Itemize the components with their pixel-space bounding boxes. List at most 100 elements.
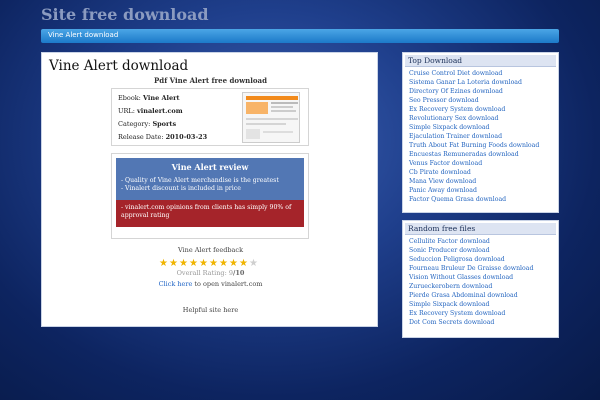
category-value: Sports [152, 120, 177, 128]
rating-max: /10 [233, 269, 245, 277]
star-icon[interactable]: ★ [209, 259, 219, 269]
sidebar-list-item: Zurueckerobern download [409, 282, 533, 291]
top-download-list: Cruise Control Diet download Sistema Gana… [409, 69, 539, 204]
review-pro-item: - Quality of Vine Alert merchandise is t… [121, 177, 279, 184]
star-icon[interactable]: ★ [249, 259, 259, 269]
random-files-title: Random free files [405, 223, 556, 235]
star-icon[interactable]: ★ [219, 259, 229, 269]
ebook-label: Ebook: [118, 94, 141, 102]
sidebar-link[interactable]: Simple Sixpack download [409, 124, 490, 131]
sidebar-link[interactable]: Revolutionary Sex download [409, 115, 498, 122]
sidebar-link[interactable]: Ejaculation Trainer download [409, 133, 502, 140]
url-value: vinalert.com [136, 107, 183, 115]
sidebar-link[interactable]: Simple Sixpack download [409, 301, 490, 308]
top-download-title: Top Download [405, 55, 556, 67]
sidebar-list-item: Encuestas Remuneradas download [409, 150, 539, 159]
sidebar-list-item: Cruise Control Diet download [409, 69, 539, 78]
click-suffix: to open vinalert.com [192, 280, 263, 288]
sidebar-link[interactable]: Venus Factor download [409, 160, 482, 167]
sidebar-list-item: Cellulite Factor download [409, 237, 533, 246]
review-pro-item: - Vinalert discount is included in price [121, 185, 241, 192]
page-title: Vine Alert download [49, 58, 189, 74]
sidebar-link[interactable]: Directory Of Ezines download [409, 88, 503, 95]
star-icon[interactable]: ★ [229, 259, 239, 269]
sidebar-list-item: Seduccion Peligrosa download [409, 255, 533, 264]
sidebar-list-item: Ejaculation Trainer download [409, 132, 539, 141]
sidebar-list-item: Sistema Ganar La Loteria download [409, 78, 539, 87]
sidebar-list-item: Simple Sixpack download [409, 300, 533, 309]
overall-rating: Overall Rating: 9/10 [42, 269, 379, 277]
site-title[interactable]: Site free download [41, 5, 209, 24]
sidebar-link[interactable]: Fourneau Bruleur De Graisse download [409, 265, 533, 272]
sidebar-link[interactable]: Ex Recovery System download [409, 310, 505, 317]
sidebar-link[interactable]: Mana View download [409, 178, 476, 185]
sidebar-list-item: Revolutionary Sex download [409, 114, 539, 123]
sidebar-link[interactable]: Seo Pressor download [409, 97, 479, 104]
star-icon[interactable]: ★ [169, 259, 179, 269]
star-icon[interactable]: ★ [179, 259, 189, 269]
sidebar-list-item: Simple Sixpack download [409, 123, 539, 132]
sidebar-list-item: Sonic Producer download [409, 246, 533, 255]
ebook-value: Vine Alert [142, 94, 180, 102]
sidebar-link[interactable]: Cellulite Factor download [409, 238, 490, 245]
review-box: Vine Alert review - Quality of Vine Aler… [111, 153, 309, 239]
release-value: 2010-03-23 [165, 133, 208, 141]
sidebar-link[interactable]: Ex Recovery System download [409, 106, 505, 113]
random-files-box: Random free files Cellulite Factor downl… [402, 220, 559, 338]
category-row: Category: Sports [118, 120, 176, 128]
sidebar-link[interactable]: Panic Away download [409, 187, 477, 194]
review-cons-panel: - vinalert.com opinions from clients has… [116, 200, 304, 227]
sidebar-link[interactable]: Sistema Ganar La Loteria download [409, 79, 522, 86]
sidebar-link[interactable]: Dot Com Secrets download [409, 319, 494, 326]
sidebar-list-item: Seo Pressor download [409, 96, 539, 105]
sidebar-link[interactable]: Cb Pirate download [409, 169, 471, 176]
category-label: Category: [118, 120, 151, 128]
page-subtitle: Pdf Vine Alert free download [154, 76, 267, 85]
rating-label: Overall Rating: [176, 269, 227, 277]
url-label: URL: [118, 107, 135, 115]
release-row: Release Date: 2010-03-23 [118, 133, 207, 141]
release-label: Release Date: [118, 133, 164, 141]
sidebar-link[interactable]: Seduccion Peligrosa download [409, 256, 505, 263]
sidebar-list-item: Dot Com Secrets download [409, 318, 533, 327]
sidebar-link[interactable]: Factor Quema Grasa download [409, 196, 506, 203]
helpful-text: Helpful site here [182, 306, 239, 314]
click-line: Click here to open vinalert.com [42, 280, 379, 288]
sidebar-link[interactable]: Pierde Grasa Abdominal download [409, 292, 518, 299]
product-thumbnail[interactable] [242, 92, 300, 143]
feedback-label: Vine Alert feedback [177, 246, 244, 254]
sidebar-list-item: Venus Factor download [409, 159, 539, 168]
star-icon[interactable]: ★ [199, 259, 209, 269]
sidebar-list-item: Pierde Grasa Abdominal download [409, 291, 533, 300]
sidebar-list-item: Factor Quema Grasa download [409, 195, 539, 204]
sidebar-list-item: Fourneau Bruleur De Graisse download [409, 264, 533, 273]
ebook-row: Ebook: Vine Alert [118, 94, 180, 102]
click-here-link[interactable]: Click here [159, 280, 193, 288]
sidebar-link[interactable]: Zurueckerobern download [409, 283, 492, 290]
sidebar-list-item: Mana View download [409, 177, 539, 186]
url-row: URL: vinalert.com [118, 107, 183, 115]
sidebar-link[interactable]: Cruise Control Diet download [409, 70, 502, 77]
sidebar-link[interactable]: Truth About Fat Burning Foods download [409, 142, 539, 149]
sidebar-link[interactable]: Sonic Producer download [409, 247, 490, 254]
sidebar-list-item: Directory Of Ezines download [409, 87, 539, 96]
review-pros-panel: Vine Alert review - Quality of Vine Aler… [116, 158, 304, 200]
sidebar-list-item: Cb Pirate download [409, 168, 539, 177]
main-panel: Vine Alert download Pdf Vine Alert free … [41, 52, 378, 327]
random-files-list: Cellulite Factor download Sonic Producer … [409, 237, 533, 327]
breadcrumb[interactable]: Vine Alert download [48, 31, 118, 39]
sidebar-link[interactable]: Vision Without Glasses download [409, 274, 513, 281]
sidebar-list-item: Truth About Fat Burning Foods download [409, 141, 539, 150]
star-icon[interactable]: ★ [189, 259, 199, 269]
info-box: Ebook: Vine Alert URL: vinalert.com Cate… [111, 88, 309, 146]
sidebar-list-item: Ex Recovery System download [409, 309, 533, 318]
review-title: Vine Alert review [171, 162, 249, 172]
nav-bar: Vine Alert download [41, 29, 559, 43]
star-icon[interactable]: ★ [239, 259, 249, 269]
sidebar-link[interactable]: Encuestas Remuneradas download [409, 151, 519, 158]
star-icon[interactable]: ★ [159, 259, 169, 269]
sidebar-list-item: Vision Without Glasses download [409, 273, 533, 282]
sidebar-list-item: Panic Away download [409, 186, 539, 195]
review-con-item: - vinalert.com opinions from clients has… [121, 204, 292, 219]
top-download-box: Top Download Cruise Control Diet downloa… [402, 52, 559, 213]
